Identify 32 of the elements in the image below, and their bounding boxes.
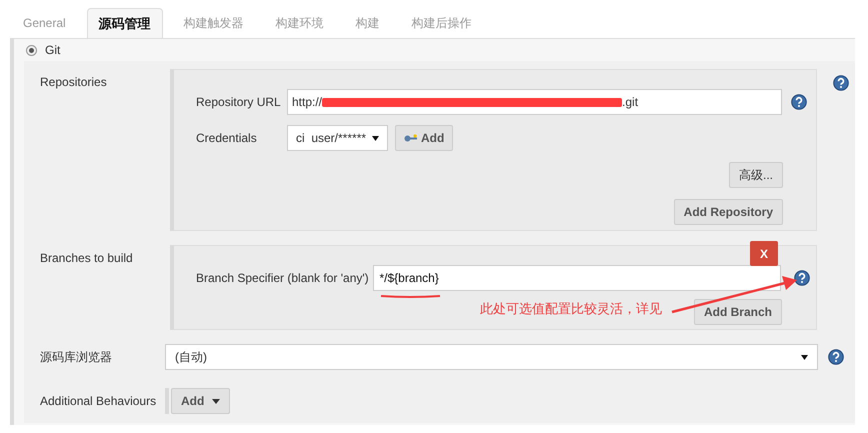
help-icon[interactable] — [828, 349, 844, 365]
delete-button[interactable]: X — [750, 241, 778, 266]
field-label: Credentials — [196, 130, 258, 147]
branch-specifier-field[interactable]: */${branch} — [373, 265, 781, 291]
underline-mark — [380, 295, 440, 298]
url-text: http:// — [292, 94, 322, 111]
annotation-text: 此处可选值配置比较灵活，详见 — [480, 300, 662, 318]
radio-label: Git — [45, 42, 60, 59]
repository-browser-dropdown[interactable]: (自动) — [165, 344, 818, 370]
url-text: .git — [622, 94, 638, 111]
field-label: Repositories — [40, 75, 107, 89]
add-dropdown-button[interactable]: Add — [171, 388, 230, 414]
credentials-dropdown[interactable]: ci user/****** — [287, 125, 388, 151]
help-icon[interactable] — [791, 94, 807, 110]
field-label: Branch Specifier (blank for 'any') — [196, 270, 370, 287]
field-label: 源码库浏览器 — [40, 350, 112, 364]
dropdown-arrow-icon — [372, 136, 379, 140]
add-repository-button[interactable]: Add Repository — [674, 199, 783, 225]
url-field[interactable]: http:// .git — [287, 89, 782, 115]
tab[interactable]: 源码管理 — [86, 8, 163, 38]
caret-icon — [212, 398, 220, 404]
key-icon — [404, 134, 418, 142]
help-icon[interactable] — [833, 75, 849, 91]
help-icon[interactable] — [794, 270, 810, 286]
add-button[interactable]: Add — [395, 125, 454, 151]
field-label: Repository URL — [196, 94, 282, 111]
add-branch-button[interactable]: Add Branch — [694, 299, 782, 325]
advanced-button[interactable]: 高级... — [728, 162, 783, 188]
dropdown-arrow-icon — [801, 354, 808, 360]
radio-button[interactable] — [26, 44, 37, 56]
field-label: Branches to build — [40, 251, 133, 265]
field-label: Additional Behaviours — [40, 394, 156, 408]
